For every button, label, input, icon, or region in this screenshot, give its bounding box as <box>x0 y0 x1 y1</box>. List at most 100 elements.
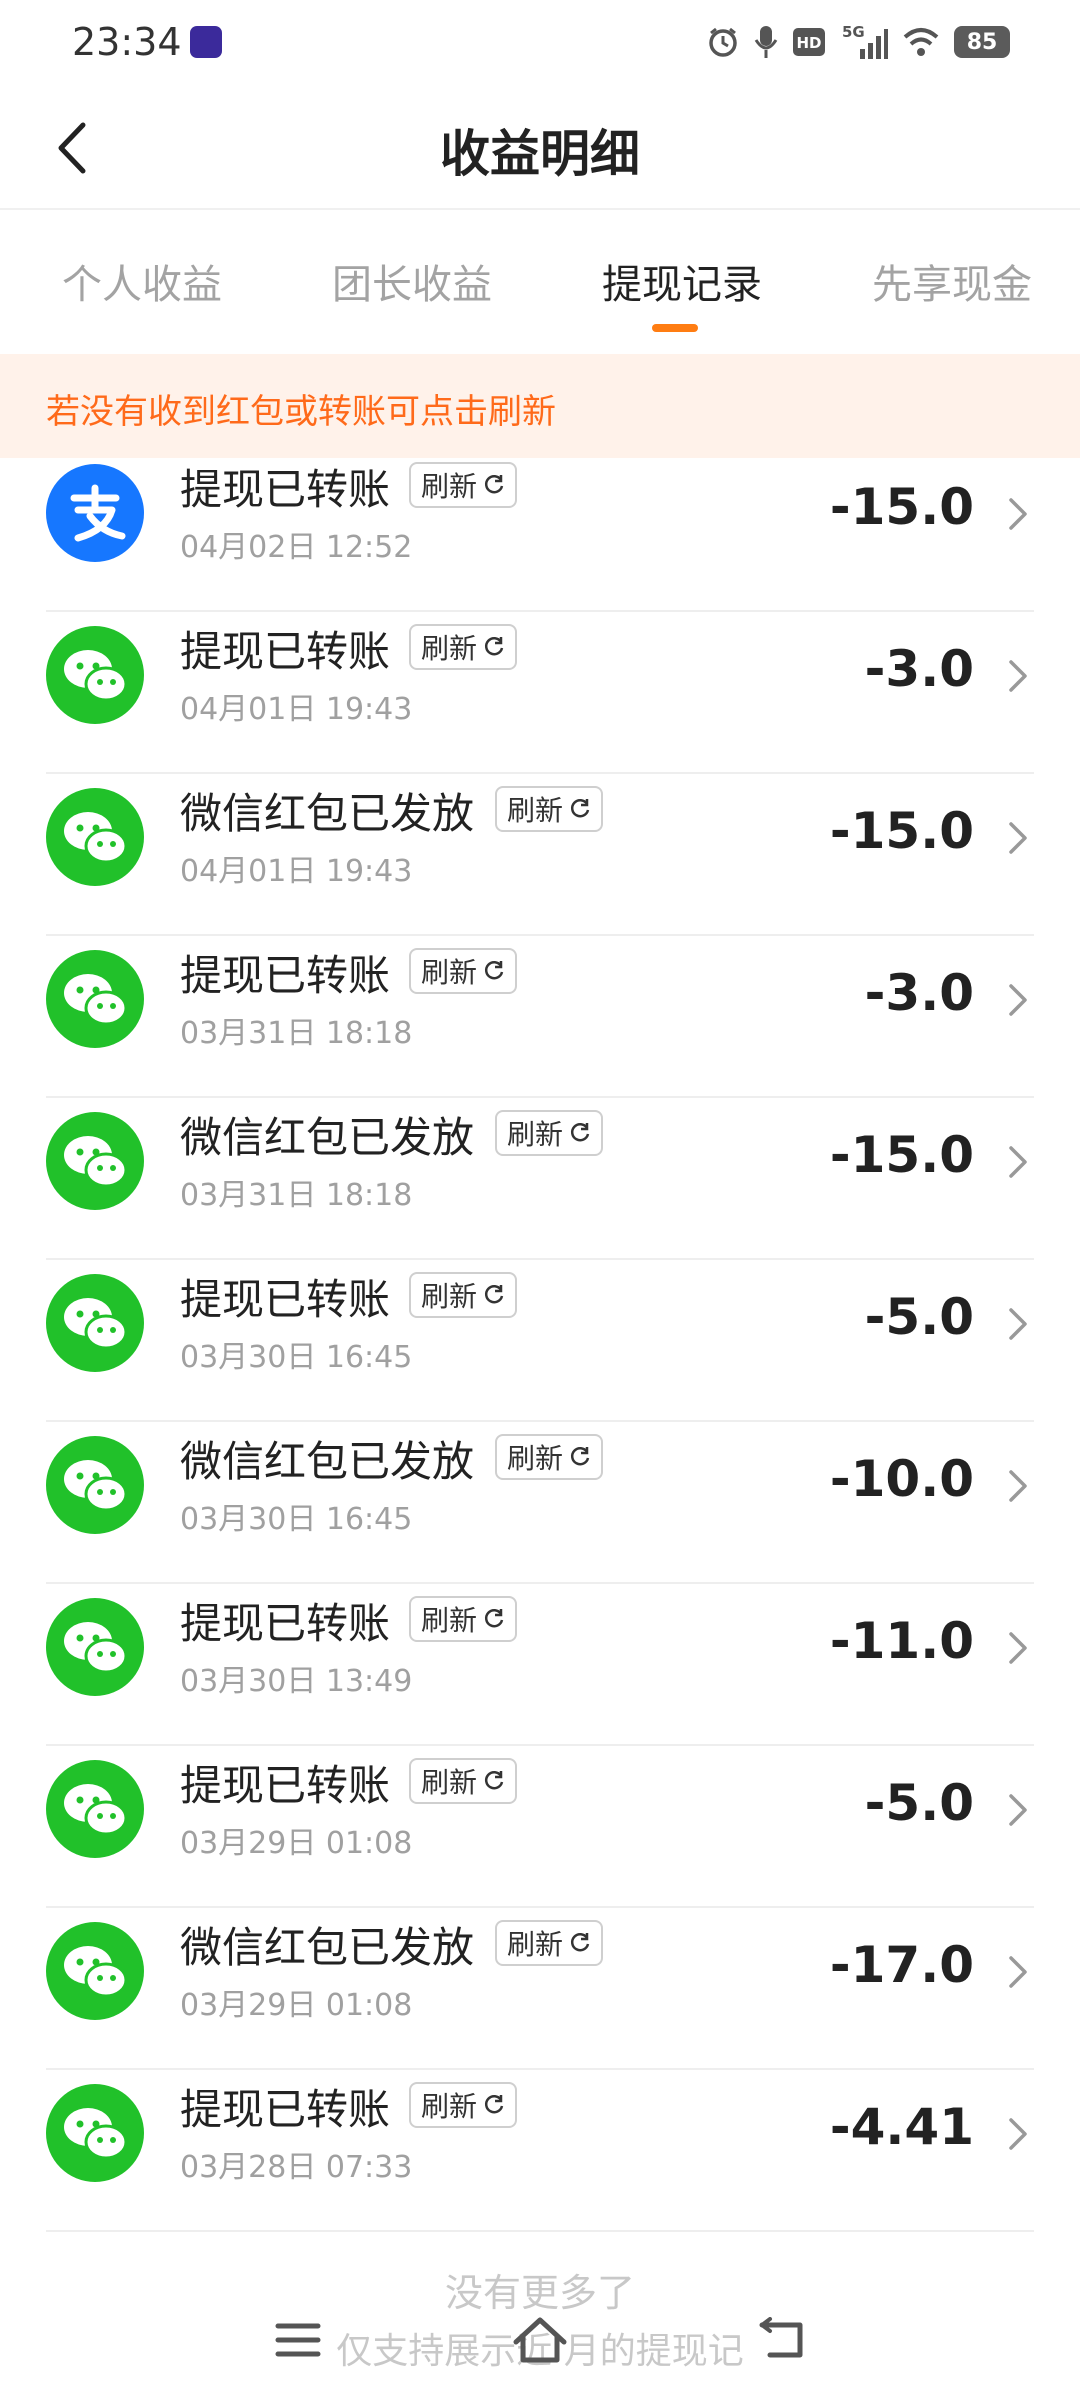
svg-text:5G: 5G <box>842 23 865 41</box>
refresh-label: 刷新 <box>507 794 564 827</box>
record-date: 04月01日 19:43 <box>180 692 413 727</box>
signal-icon: 5G <box>840 22 888 62</box>
record-date: 03月30日 16:45 <box>180 1502 413 1537</box>
record-date: 03月29日 01:08 <box>180 1988 413 2023</box>
record-row[interactable]: 提现已转账 刷新 03月31日 18:18 -3.0 <box>46 936 1034 1098</box>
record-row[interactable]: 微信红包已发放 刷新 04月01日 19:43 -15.0 <box>46 774 1034 936</box>
refresh-button[interactable]: 刷新 <box>409 1272 518 1318</box>
refresh-label: 刷新 <box>421 470 478 503</box>
refresh-button[interactable]: 刷新 <box>409 948 518 994</box>
record-date: 03月28日 07:33 <box>180 2150 413 2185</box>
refresh-button[interactable]: 刷新 <box>409 2082 518 2128</box>
active-tab-indicator <box>652 324 698 332</box>
record-row[interactable]: 提现已转账 刷新 04月01日 19:43 -3.0 <box>46 612 1034 774</box>
refresh-icon <box>483 1765 505 1798</box>
record-date: 03月30日 16:45 <box>180 1340 413 1375</box>
refresh-icon <box>569 793 591 826</box>
alarm-icon <box>706 22 740 62</box>
chevron-right-icon <box>1002 1790 1034 1830</box>
wechat-icon <box>46 1112 144 1210</box>
tab-leader-earnings[interactable]: 团长收益 <box>332 252 492 310</box>
return-button[interactable] <box>742 2310 822 2370</box>
record-row[interactable]: 微信红包已发放 刷新 03月31日 18:18 -15.0 <box>46 1098 1034 1260</box>
wechat-icon <box>46 1922 144 2020</box>
record-row[interactable]: 微信红包已发放 刷新 03月30日 16:45 -10.0 <box>46 1422 1034 1584</box>
record-amount: -17.0 <box>829 1936 974 1994</box>
chevron-right-icon <box>1002 494 1034 534</box>
record-title: 提现已转账 <box>180 1761 391 1810</box>
wechat-icon <box>46 2084 144 2182</box>
tab-bar: 个人收益 团长收益 提现记录 先享现金 <box>0 212 1080 352</box>
chevron-right-icon <box>1002 2114 1034 2154</box>
refresh-label: 刷新 <box>421 1604 478 1637</box>
refresh-button[interactable]: 刷新 <box>409 624 518 670</box>
refresh-icon <box>483 2089 505 2122</box>
chevron-right-icon <box>1002 1142 1034 1182</box>
tab-withdrawal-records[interactable]: 提现记录 <box>602 252 762 310</box>
record-date: 04月01日 19:43 <box>180 854 413 889</box>
menu-button[interactable] <box>258 2310 338 2370</box>
alipay-icon <box>46 464 144 562</box>
refresh-icon <box>483 1603 505 1636</box>
app-notification-icon <box>190 26 222 58</box>
record-amount: -3.0 <box>864 640 974 698</box>
record-amount: -4.41 <box>829 2098 974 2156</box>
record-amount: -10.0 <box>829 1450 974 1508</box>
record-amount: -5.0 <box>864 1774 974 1832</box>
refresh-label: 刷新 <box>421 632 478 665</box>
tab-personal-earnings[interactable]: 个人收益 <box>62 252 222 310</box>
refresh-icon <box>483 469 505 502</box>
record-amount: -3.0 <box>864 964 974 1022</box>
chevron-right-icon <box>1002 1952 1034 1992</box>
status-time: 23:34 <box>72 20 182 64</box>
home-button[interactable] <box>500 2310 580 2370</box>
record-title: 提现已转账 <box>180 2085 391 2134</box>
svg-text:HD: HD <box>796 34 821 52</box>
chevron-right-icon <box>1002 1304 1034 1344</box>
record-row[interactable]: 提现已转账 刷新 03月29日 01:08 -5.0 <box>46 1746 1034 1908</box>
refresh-icon <box>483 955 505 988</box>
record-row[interactable]: 微信红包已发放 刷新 03月29日 01:08 -17.0 <box>46 1908 1034 2070</box>
record-row[interactable]: 提现已转账 刷新 03月28日 07:33 -4.41 <box>46 2070 1034 2232</box>
status-icons: HD 5G 85 <box>706 22 1010 62</box>
refresh-label: 刷新 <box>507 1442 564 1475</box>
wechat-icon <box>46 1760 144 1858</box>
refresh-icon <box>483 1279 505 1312</box>
record-row[interactable]: 提现已转账 刷新 04月02日 12:52 -15.0 <box>46 450 1034 612</box>
mic-icon <box>754 22 778 62</box>
battery-icon: 85 <box>954 26 1010 58</box>
record-amount: -11.0 <box>829 1612 974 1670</box>
record-row[interactable]: 提现已转账 刷新 03月30日 13:49 -11.0 <box>46 1584 1034 1746</box>
record-date: 03月31日 18:18 <box>180 1016 413 1051</box>
refresh-button[interactable]: 刷新 <box>409 1758 518 1804</box>
wechat-icon <box>46 950 144 1048</box>
refresh-button[interactable]: 刷新 <box>409 1596 518 1642</box>
tab-advance-cash[interactable]: 先享现金 <box>872 252 1032 310</box>
refresh-button[interactable]: 刷新 <box>495 1434 604 1480</box>
record-date: 04月02日 12:52 <box>180 530 413 565</box>
record-title: 微信红包已发放 <box>180 1437 475 1486</box>
refresh-button[interactable]: 刷新 <box>409 462 518 508</box>
wechat-icon <box>46 626 144 724</box>
record-title: 提现已转账 <box>180 465 391 514</box>
wechat-icon <box>46 788 144 886</box>
refresh-notice: 若没有收到红包或转账可点击刷新 <box>0 354 1080 458</box>
record-amount: -15.0 <box>829 1126 974 1184</box>
refresh-label: 刷新 <box>421 2090 478 2123</box>
record-title: 提现已转账 <box>180 951 391 1000</box>
record-title: 提现已转账 <box>180 1275 391 1324</box>
refresh-button[interactable]: 刷新 <box>495 1110 604 1156</box>
menu-icon <box>275 2323 321 2357</box>
refresh-button[interactable]: 刷新 <box>495 1920 604 1966</box>
back-icon <box>759 2317 803 2358</box>
wifi-icon <box>902 22 940 62</box>
home-icon <box>513 2317 567 2363</box>
chevron-right-icon <box>1002 656 1034 696</box>
record-amount: -15.0 <box>829 478 974 536</box>
record-amount: -15.0 <box>829 802 974 860</box>
record-title: 微信红包已发放 <box>180 789 475 838</box>
record-amount: -5.0 <box>864 1288 974 1346</box>
refresh-button[interactable]: 刷新 <box>495 786 604 832</box>
record-row[interactable]: 提现已转账 刷新 03月30日 16:45 -5.0 <box>46 1260 1034 1422</box>
chevron-right-icon <box>1002 1628 1034 1668</box>
